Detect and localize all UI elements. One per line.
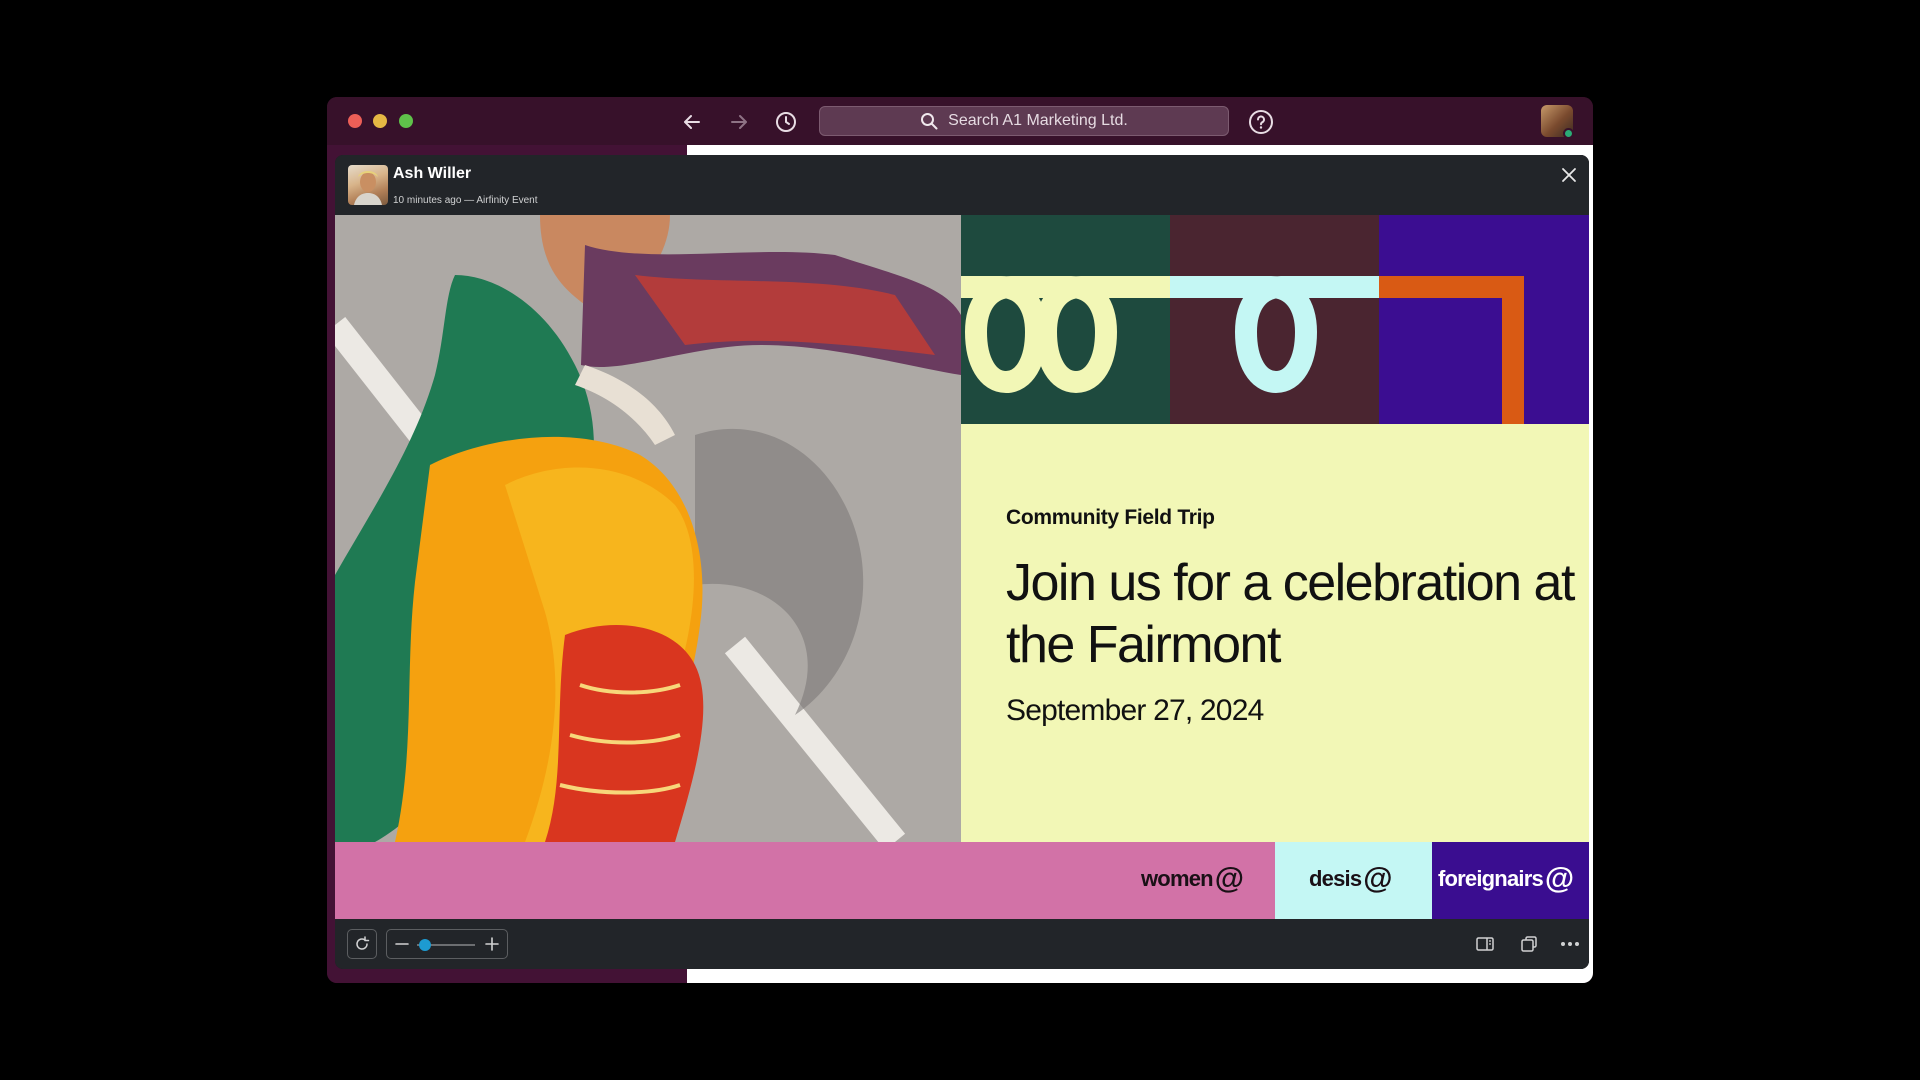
tag-foreignairs-at: @ (1544, 862, 1574, 895)
zoom-in-button[interactable] (483, 933, 501, 955)
tag-women: women @ (1141, 862, 1244, 895)
copy-button[interactable] (1518, 933, 1540, 955)
author-avatar[interactable] (348, 165, 388, 205)
tag-women-label: women (1141, 866, 1214, 891)
event-card: Community Field Trip Join us for a celeb… (961, 424, 1589, 842)
photo-panel (335, 215, 961, 842)
history-button[interactable] (773, 109, 799, 135)
event-date: September 27, 2024 (1006, 694, 1264, 727)
community-band: women @ desis @ foreignairs @ (335, 842, 1589, 919)
forward-button[interactable] (726, 109, 752, 135)
tag-desis: desis @ (1309, 862, 1393, 895)
help-icon (1249, 110, 1273, 134)
rotate-icon (356, 936, 370, 950)
search-input[interactable]: Search A1 Marketing Ltd. (819, 106, 1229, 136)
author-name[interactable]: Ash Willer (393, 165, 471, 183)
image-viewer-modal: Ash Willer 10 minutes ago — Airfinity Ev… (335, 155, 1589, 969)
band-pink: women @ (335, 842, 1275, 919)
zoom-slider-thumb[interactable] (419, 939, 432, 951)
event-kicker: Community Field Trip (1006, 506, 1215, 529)
minimize-window-button[interactable] (373, 114, 387, 128)
arrow-right-icon (731, 115, 747, 129)
back-button[interactable] (679, 109, 705, 135)
help-button[interactable] (1248, 109, 1274, 135)
tag-foreignairs-label: foreignairs (1438, 866, 1544, 891)
title-bar: Search A1 Marketing Ltd. (327, 97, 1593, 145)
close-window-button[interactable] (348, 114, 362, 128)
close-icon (1562, 168, 1576, 182)
band-cyan: desis @ (1275, 842, 1432, 919)
rotate-button[interactable] (347, 929, 377, 959)
zoom-control (386, 929, 508, 959)
clock-icon (776, 112, 796, 132)
maximize-window-button[interactable] (399, 114, 413, 128)
viewer-footer (335, 919, 1589, 969)
tag-women-at: @ (1214, 862, 1244, 895)
tag-foreignairs: foreignairs @ (1438, 862, 1574, 895)
arrow-left-icon (684, 115, 700, 129)
copy-icon (1521, 936, 1537, 952)
minus-icon (395, 943, 409, 945)
plus-icon (485, 937, 499, 951)
tag-desis-label: desis (1309, 866, 1362, 891)
tag-desis-at: @ (1363, 862, 1392, 895)
viewer-header: Ash Willer 10 minutes ago — Airfinity Ev… (335, 155, 1589, 215)
close-viewer-button[interactable] (1557, 163, 1581, 187)
open-in-sidebar-button[interactable] (1474, 933, 1496, 955)
more-horizontal-icon (1561, 942, 1579, 946)
event-headline: Join us for a celebration at the Fairmon… (1006, 554, 1575, 674)
presence-indicator (1563, 128, 1574, 139)
band-purple: foreignairs @ (1432, 842, 1589, 919)
more-actions-button[interactable] (1559, 933, 1581, 955)
search-placeholder: Search A1 Marketing Ltd. (948, 112, 1128, 129)
search-icon (921, 113, 938, 130)
sidebar-panel-icon (1476, 937, 1494, 951)
poster-image: Community Field Trip Join us for a celeb… (335, 215, 1589, 919)
pattern-header (961, 215, 1589, 424)
post-meta: 10 minutes ago — Airfinity Event (393, 195, 538, 206)
zoom-out-button[interactable] (393, 933, 411, 955)
